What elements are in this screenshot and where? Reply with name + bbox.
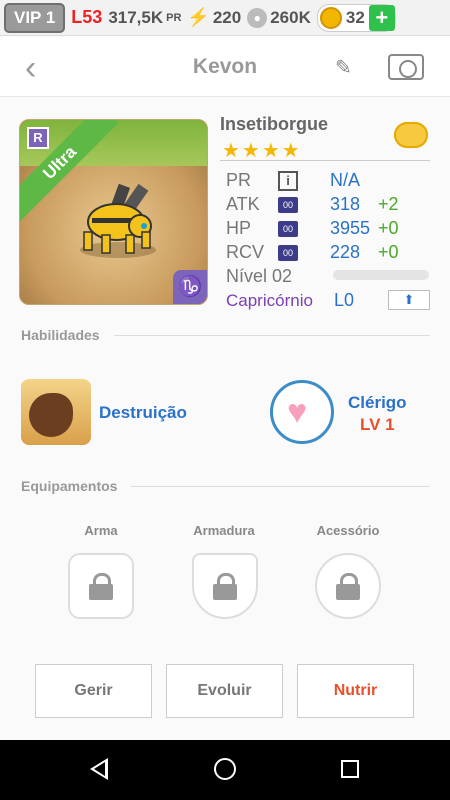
food-value: 260K — [270, 7, 311, 27]
stat-bonus: +0 — [378, 242, 399, 262]
monster-portrait[interactable]: Ultra R ♑ — [19, 119, 208, 305]
back-triangle-icon[interactable] — [90, 758, 108, 780]
home-circle-icon[interactable] — [214, 758, 236, 780]
stat-bonus: +2 — [378, 194, 399, 214]
power-rating-unit: PR — [166, 11, 182, 24]
stat-value: 318 — [330, 194, 361, 214]
stat-bonus: +0 — [378, 218, 399, 238]
zodiac-sign-label: Capricórnio — [226, 291, 313, 310]
stat-value: 3955 — [330, 218, 371, 238]
page-header: ‹ Kevon ✎ — [0, 37, 450, 97]
coin-value: 32 — [345, 7, 365, 27]
edit-pencil-icon[interactable]: ✎ — [335, 55, 352, 80]
capricorn-icon: ♑ — [173, 270, 207, 304]
stat-label: RCV — [226, 242, 265, 262]
stat-value: N/A — [330, 170, 361, 190]
stat-row-rcv: RCV 00 228 +0 — [226, 242, 399, 263]
vip-badge[interactable]: VIP 1 — [4, 2, 66, 33]
accessory-slot-label: Acessório — [316, 523, 380, 538]
stat-row-atk: ATK 00 318 +2 — [226, 194, 399, 215]
equipment-section-header: Equipamentos — [21, 478, 430, 494]
leader-skill-icon[interactable]: ♥ — [270, 380, 334, 444]
stat-value: 228 — [330, 242, 361, 262]
add-coins-button[interactable]: + — [368, 4, 395, 31]
camera-icon[interactable] — [388, 54, 424, 80]
lightning-icon: ⚡ — [187, 7, 210, 27]
accessory-slot[interactable] — [315, 553, 381, 619]
coin-icon — [319, 6, 342, 29]
level-row: Nível 02 — [226, 266, 292, 287]
stat-label: HP — [226, 218, 252, 238]
lock-icon — [213, 573, 237, 600]
stat-row-pr: PR i N/A — [226, 170, 378, 191]
leader-skill-name[interactable]: Clérigo — [348, 393, 407, 413]
rune-slot-icon: 00 — [278, 196, 298, 213]
rarity-letter-badge: R — [27, 127, 49, 149]
energy-value: 220 — [212, 7, 242, 27]
stat-row-hp: HP 00 3955 +0 — [226, 218, 399, 239]
manage-button[interactable]: Gerir — [35, 664, 152, 718]
weapon-slot[interactable] — [68, 553, 134, 619]
level-label: Nível 02 — [226, 266, 293, 286]
upgrade-arrow-button[interactable]: ⬆ — [388, 290, 430, 310]
skills-section-title: Habilidades — [21, 327, 100, 343]
skills-section-header: Habilidades — [21, 327, 430, 343]
armor-slot[interactable] — [192, 553, 258, 619]
rune-slot-icon: 00 — [278, 244, 298, 261]
recent-apps-icon[interactable] — [341, 760, 359, 778]
weapon-slot-label: Arma — [84, 523, 118, 538]
robot-bug-illustration — [80, 183, 156, 258]
power-rating: 317,5K PR — [108, 8, 181, 28]
heart-icon: ♥ — [287, 393, 308, 431]
element-cloud-icon — [394, 122, 428, 148]
rune-slot-icon: 00 — [278, 220, 298, 237]
equipment-section-title: Equipamentos — [21, 478, 118, 494]
monster-name: Insetiborgue — [220, 114, 329, 134]
energy-counter: ⚡ 220 — [187, 7, 241, 28]
claw-icon — [29, 393, 73, 437]
evolve-button[interactable]: Evoluir — [166, 664, 283, 718]
power-rating-value: 317,5K — [108, 7, 164, 27]
system-navigation-bar — [0, 740, 450, 800]
zodiac-sign-level: L0 — [334, 290, 355, 310]
paw-icon: ● — [247, 7, 268, 28]
lock-icon — [89, 573, 113, 600]
player-level: L53 — [71, 7, 103, 27]
level-progress-bar — [333, 270, 429, 280]
armor-slot-label: Armadura — [193, 523, 255, 538]
lock-icon — [336, 573, 360, 600]
food-counter: ● 260K — [247, 7, 311, 28]
active-skill-icon[interactable] — [21, 379, 91, 445]
info-icon[interactable]: i — [278, 170, 298, 191]
divider — [220, 160, 430, 161]
resource-bar: VIP 1 L53 317,5K PR ⚡ 220 ● 260K 32 + — [0, 0, 450, 36]
leader-skill-level: LV 1 — [360, 415, 395, 434]
active-skill-name[interactable]: Destruição — [99, 403, 187, 423]
coin-counter: 32 + — [316, 3, 396, 32]
feed-button[interactable]: Nutrir — [297, 664, 414, 718]
stat-label: ATK — [226, 194, 260, 214]
stat-label: PR — [226, 170, 252, 190]
page-title: Kevon — [192, 55, 258, 78]
